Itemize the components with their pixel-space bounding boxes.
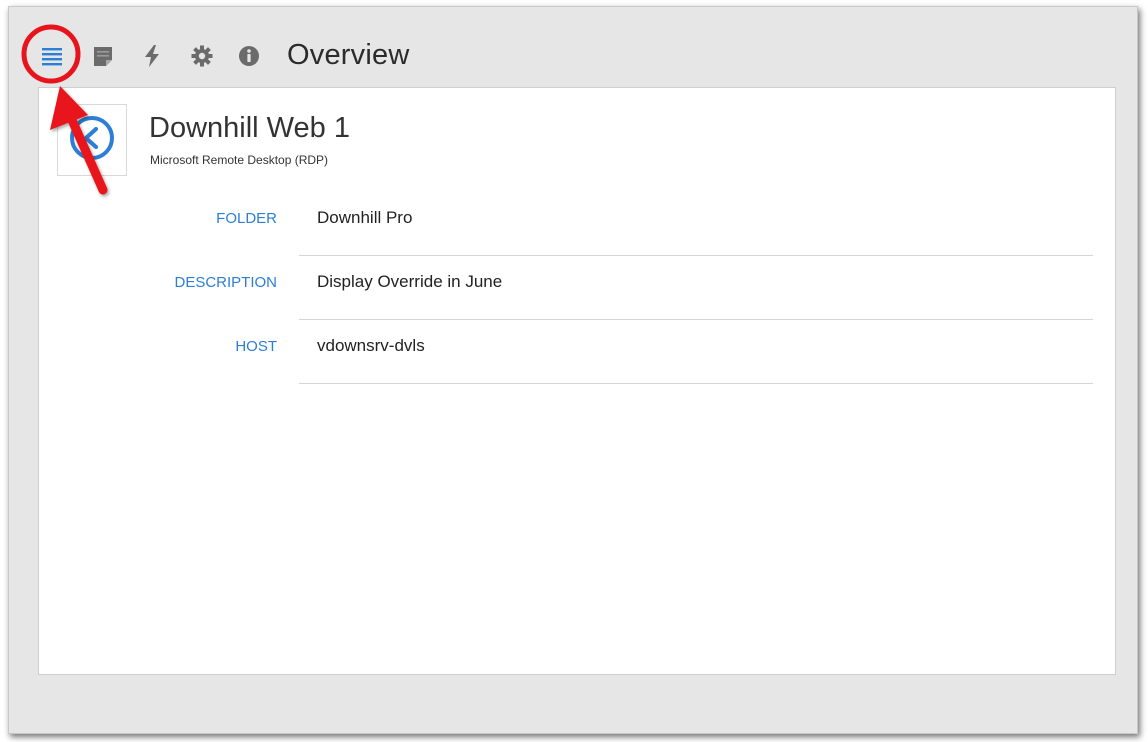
remote-desktop-icon (67, 113, 117, 168)
overview-panel: Downhill Web 1 Microsoft Remote Desktop … (38, 87, 1116, 675)
field-label: FOLDER (216, 210, 277, 227)
list-icon[interactable] (39, 43, 65, 69)
gear-icon[interactable] (189, 43, 215, 69)
field-row-description: DESCRIPTION Display Override in June (39, 256, 1115, 320)
page-title: Overview (287, 39, 410, 71)
field-label: HOST (235, 338, 277, 355)
field-value: vdownsrv-dvls (317, 336, 425, 355)
macro-icon[interactable] (139, 43, 165, 69)
field-value: Display Override in June (317, 272, 503, 291)
app-window: Overview Downhill Web 1 Microsoft Remote… (8, 6, 1138, 734)
entry-type: Microsoft Remote Desktop (RDP) (150, 153, 329, 167)
info-icon[interactable] (236, 43, 262, 69)
entry-name: Downhill Web 1 (149, 112, 350, 144)
field-label: DESCRIPTION (174, 274, 277, 291)
field-divider (299, 383, 1093, 384)
field-row-folder: FOLDER Downhill Pro (39, 192, 1115, 256)
field-row-host: HOST vdownsrv-dvls (39, 320, 1115, 384)
notes-icon[interactable] (90, 43, 116, 69)
toolbar: Overview (9, 7, 1137, 89)
field-value: Downhill Pro (317, 208, 413, 227)
entry-icon-frame (57, 104, 127, 176)
